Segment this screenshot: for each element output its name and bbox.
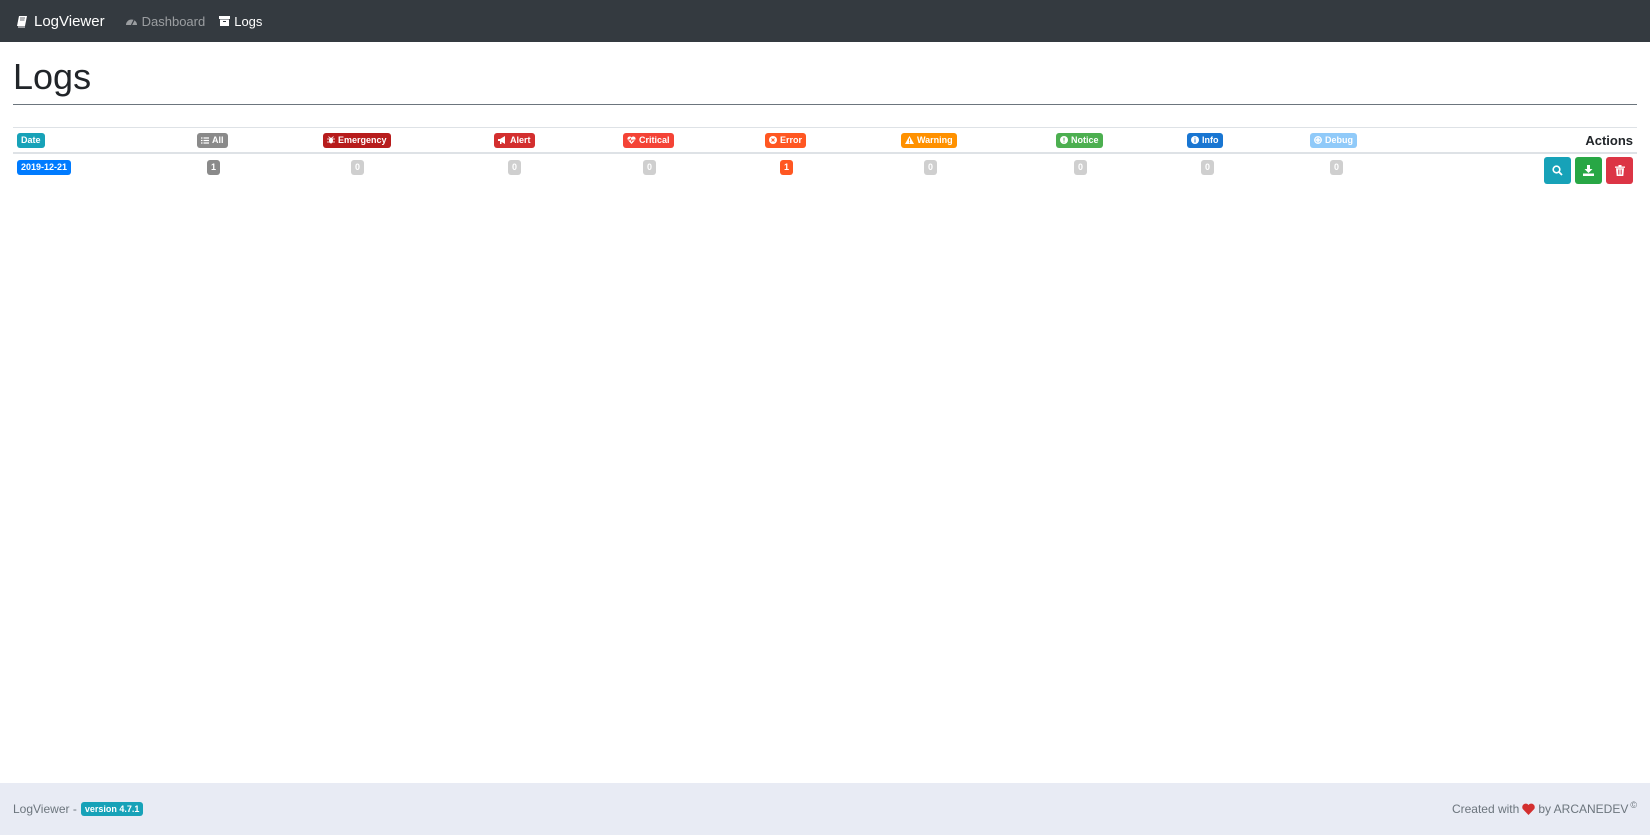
row-emergency-cell: 0 xyxy=(351,154,365,190)
book-icon xyxy=(17,15,27,27)
view-button[interactable] xyxy=(1544,157,1571,184)
dashboard-icon xyxy=(125,19,137,26)
all-count-badge: 1 xyxy=(207,160,221,175)
all-header-label: All xyxy=(212,134,224,145)
header-all[interactable]: All xyxy=(197,128,228,152)
footer-by-text[interactable]: by ARCANEDEV xyxy=(1538,802,1628,816)
header-warning[interactable]: Warning xyxy=(901,128,957,152)
header-actions: Actions xyxy=(1585,132,1633,148)
row-warning-cell: 0 xyxy=(924,154,938,190)
row-date-cell: 2019-12-21 xyxy=(17,154,72,190)
header-notice[interactable]: Notice xyxy=(1056,128,1103,152)
info-header-badge: Info xyxy=(1187,132,1223,148)
row-critical-cell: 0 xyxy=(643,154,657,190)
times-circle-icon xyxy=(769,136,777,144)
life-ring-icon xyxy=(1314,136,1322,144)
footer-created-text: Created with xyxy=(1451,802,1520,816)
copyright-symbol: © xyxy=(1630,800,1637,810)
heart-icon xyxy=(1522,803,1536,815)
nav-logs[interactable]: Logs xyxy=(219,14,262,29)
error-header-badge: Error xyxy=(765,132,807,148)
error-count-badge: 1 xyxy=(780,160,794,175)
delete-button[interactable] xyxy=(1606,157,1633,184)
row-actions xyxy=(1544,157,1633,184)
search-icon xyxy=(1552,165,1563,176)
notice-header-label: Notice xyxy=(1071,134,1099,145)
header-alert[interactable]: Alert xyxy=(494,128,535,152)
header-info[interactable]: Info xyxy=(1187,128,1223,152)
nav-dashboard-label: Dashboard xyxy=(141,13,206,29)
header-critical[interactable]: Critical xyxy=(623,128,674,152)
notice-header-badge: Notice xyxy=(1056,132,1103,148)
critical-count-badge: 0 xyxy=(643,160,657,175)
footer-right: Created with by ARCANEDEV © xyxy=(1451,800,1637,816)
alert-header-badge: Alert xyxy=(494,132,535,148)
download-icon xyxy=(1583,165,1594,176)
alert-header-label: Alert xyxy=(510,134,531,145)
debug-header-label: Debug xyxy=(1325,134,1353,145)
brand-label: LogViewer xyxy=(34,12,105,30)
top-navbar: LogViewer Dashboard Logs xyxy=(0,0,1650,42)
footer-app-name: LogViewer - xyxy=(13,802,77,816)
debug-header-badge: Debug xyxy=(1310,132,1357,148)
bullhorn-icon xyxy=(498,136,505,144)
header-debug[interactable]: Debug xyxy=(1310,128,1357,152)
logs-table: Date All Emergency Alert Critical Error … xyxy=(13,127,1637,190)
info-header-label: Info xyxy=(1202,134,1219,145)
warning-header-label: Warning xyxy=(917,134,953,145)
nav-logs-label: Logs xyxy=(234,13,263,29)
bug-icon xyxy=(327,136,335,144)
footer: LogViewer - version 4.7.1 Created with b… xyxy=(0,783,1650,835)
header-emergency[interactable]: Emergency xyxy=(323,128,391,152)
nav-dashboard[interactable]: Dashboard xyxy=(125,13,206,29)
trash-icon xyxy=(1614,165,1625,176)
alert-count-badge: 0 xyxy=(508,160,522,175)
date-header-label: Date xyxy=(21,134,41,145)
warning-count-badge: 0 xyxy=(924,160,938,175)
emergency-header-label: Emergency xyxy=(338,134,387,145)
download-button[interactable] xyxy=(1575,157,1602,184)
critical-header-badge: Critical xyxy=(623,132,674,148)
header-error[interactable]: Error xyxy=(765,128,807,152)
warning-icon xyxy=(905,136,914,144)
debug-count-badge: 0 xyxy=(1330,160,1344,175)
table-row: 2019-12-21 1 0 0 0 1 0 0 0 0 xyxy=(13,154,1637,190)
date-header-badge: Date xyxy=(17,132,45,148)
row-error-cell: 1 xyxy=(780,154,794,190)
info-circle-icon xyxy=(1191,136,1199,144)
heartbeat-icon xyxy=(627,136,636,144)
error-header-label: Error xyxy=(780,134,803,145)
title-divider xyxy=(13,104,1637,105)
warning-header-badge: Warning xyxy=(901,132,957,148)
critical-header-label: Critical xyxy=(639,134,670,145)
notice-count-badge: 0 xyxy=(1074,160,1088,175)
emergency-count-badge: 0 xyxy=(351,160,365,175)
row-debug-cell: 0 xyxy=(1330,154,1344,190)
date-badge[interactable]: 2019-12-21 xyxy=(17,160,72,175)
version-badge: version 4.7.1 xyxy=(80,802,144,816)
row-notice-cell: 0 xyxy=(1074,154,1088,190)
header-date[interactable]: Date xyxy=(17,128,45,152)
row-info-cell: 0 xyxy=(1201,154,1215,190)
footer-left: LogViewer - version 4.7.1 xyxy=(13,802,144,816)
emergency-header-badge: Emergency xyxy=(323,132,391,148)
info-count-badge: 0 xyxy=(1201,160,1215,175)
row-alert-cell: 0 xyxy=(508,154,522,190)
archive-icon xyxy=(219,16,231,26)
page-title: Logs xyxy=(13,56,92,97)
brand-link[interactable]: LogViewer xyxy=(16,13,105,30)
exclamation-circle-icon xyxy=(1060,136,1068,144)
table-header-row: Date All Emergency Alert Critical Error … xyxy=(13,127,1637,154)
list-icon xyxy=(201,136,209,144)
row-all-cell: 1 xyxy=(207,154,221,190)
all-header-badge: All xyxy=(197,132,228,148)
